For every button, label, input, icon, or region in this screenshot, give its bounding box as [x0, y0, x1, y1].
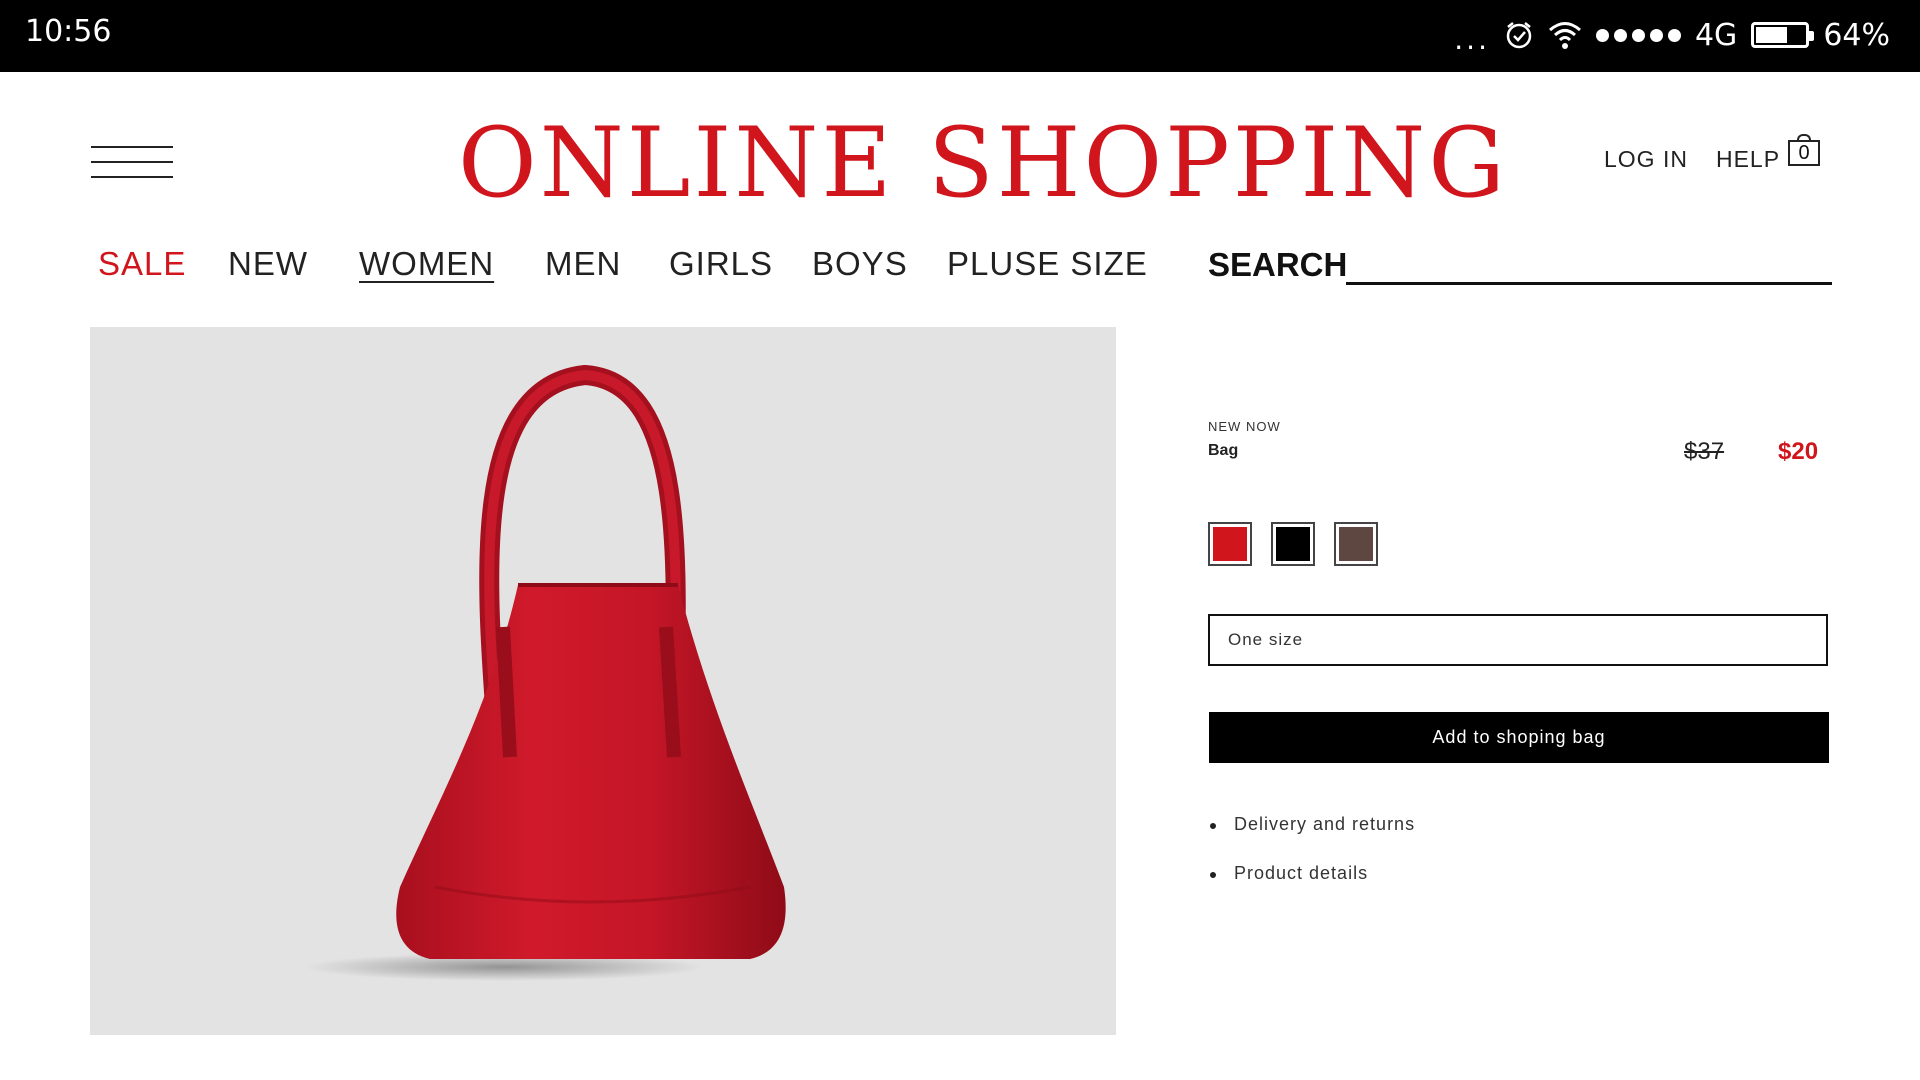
more-notifications-icon: ...	[1454, 22, 1490, 56]
product-info-links: Delivery and returns Product details	[1208, 814, 1415, 912]
shopping-bag-icon[interactable]: 0	[1788, 134, 1824, 168]
size-select[interactable]: One size	[1208, 614, 1828, 666]
status-time: 10:56	[25, 14, 112, 49]
nav-men[interactable]: MEN	[545, 245, 621, 283]
nav-women[interactable]: WOMEN	[359, 245, 494, 283]
search-label: SEARCH	[1208, 246, 1348, 283]
original-price: $37	[1684, 438, 1725, 465]
network-type: 4G	[1694, 17, 1738, 53]
delivery-returns-link[interactable]: Delivery and returns	[1208, 814, 1415, 863]
color-swatch-black[interactable]	[1271, 522, 1315, 566]
nav-plus-size[interactable]: PLUSE SIZE	[947, 245, 1148, 283]
color-swatch-red[interactable]	[1208, 522, 1252, 566]
color-swatch-brown[interactable]	[1334, 522, 1378, 566]
help-link[interactable]: HELP	[1716, 146, 1780, 173]
color-swatches	[1208, 522, 1378, 566]
menu-icon[interactable]	[91, 144, 173, 180]
cart-count: 0	[1798, 141, 1810, 164]
nav-girls[interactable]: GIRLS	[669, 245, 773, 283]
product-details-link[interactable]: Product details	[1208, 863, 1415, 912]
nav-sale[interactable]: SALE	[98, 245, 186, 283]
product-badge: NEW NOW	[1208, 419, 1281, 434]
signal-dots-icon	[1595, 28, 1681, 42]
size-value: One size	[1228, 630, 1304, 649]
wifi-icon	[1548, 22, 1581, 49]
nav-new[interactable]: NEW	[228, 245, 308, 283]
battery-percent: 64%	[1823, 17, 1890, 53]
status-icons: ... 4G 64%	[1454, 12, 1890, 58]
nav-boys[interactable]: BOYS	[812, 245, 908, 283]
red-bag-image	[304, 364, 786, 981]
product-image	[90, 327, 1116, 1035]
alarm-icon	[1506, 22, 1532, 49]
add-to-bag-button[interactable]: Add to shoping bag	[1209, 712, 1829, 763]
product-name: Bag	[1208, 442, 1239, 459]
search-input[interactable]	[1346, 252, 1832, 285]
login-link[interactable]: LOG IN	[1604, 146, 1688, 173]
battery-icon	[1751, 22, 1815, 48]
sale-price: $20	[1778, 438, 1819, 465]
header-links: LOG IN HELP	[1604, 146, 1780, 173]
site-title[interactable]: ONLINE SHOPPING	[448, 108, 1518, 218]
status-bar: 10:56 ... 4G 64%	[0, 0, 1920, 72]
